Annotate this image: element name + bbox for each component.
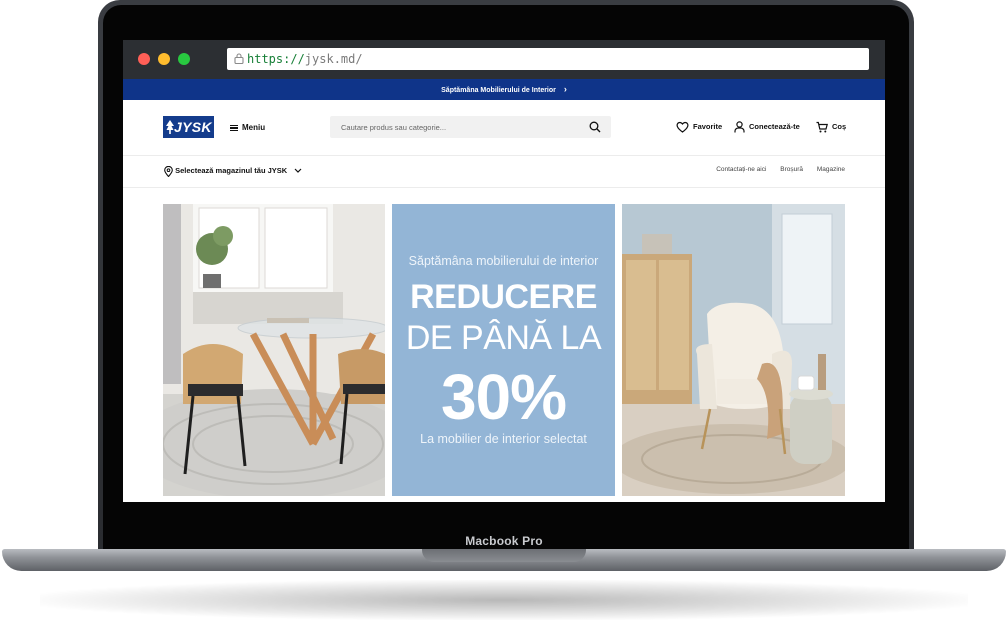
jysk-logo[interactable]: JYSK [163,116,214,138]
stores-link[interactable]: Magazine [817,166,845,173]
contact-link[interactable]: Contactați-ne aici [716,166,766,173]
sub-navigation: Selectează magazinul tău JYSK Contactați… [123,156,885,188]
minimize-window-button[interactable] [158,53,170,65]
promo-headline: REDUCERE [410,278,597,316]
address-bar[interactable]: https://jysk.md/ [227,48,869,70]
search-box [330,116,611,138]
hero-image-dining[interactable] [163,204,385,496]
hamburger-icon [230,123,238,132]
promo-strip[interactable]: Săptămâna Mobilierului de Interior › [123,79,885,100]
menu-label: Meniu [242,123,266,132]
hero-image-armchair[interactable] [622,204,845,496]
search-icon[interactable] [589,121,601,133]
chevron-down-icon [294,168,302,173]
browser-toolbar: https://jysk.md/ [123,40,885,79]
brochure-link[interactable]: Broșură [780,166,803,173]
cart-label: Coș [832,122,847,131]
search-input[interactable] [330,116,580,138]
dining-room-illustration [163,204,385,496]
store-selector[interactable]: Selectează magazinul tău JYSK [164,165,302,177]
laptop-shadow [40,580,968,620]
url-host: jysk.md/ [304,52,363,66]
armchair-illustration [622,204,845,496]
location-pin-icon [164,165,173,177]
favorites-link[interactable]: Favorite [676,120,722,134]
lock-icon [234,53,244,64]
laptop-notch [422,549,586,562]
promo-percent: 30% [440,361,567,433]
url-protocol: https:// [247,52,305,66]
logo-text: JYSK [174,119,212,135]
favorites-label: Favorite [693,122,723,131]
maximize-window-button[interactable] [178,53,190,65]
store-selector-label: Selectează magazinul tău JYSK [175,166,288,175]
promo-strip-text: Săptămâna Mobilierului de Interior [441,87,556,94]
close-window-button[interactable] [138,53,150,65]
site-header: JYSK Meniu Favorite Conectează-te Coș [123,100,885,156]
hero-promo-card[interactable]: Săptămâna mobilierului de interior REDUC… [392,204,615,496]
cart-link[interactable]: Coș [816,120,846,134]
login-label: Conectează-te [749,122,800,131]
tree-logo-icon [166,120,174,134]
chevron-right-icon: › [563,84,567,94]
browser-window: https://jysk.md/ Săptămâna Mobilierului … [123,40,885,502]
login-link[interactable]: Conectează-te [734,120,800,134]
heart-icon [676,121,689,133]
promo-headline-line2: DE PÂNĂ LA [405,319,602,357]
url-text: https://jysk.md/ [247,48,363,70]
utility-links: Contactați-ne aici Broșură Magazine [704,166,845,173]
device-label: Macbook Pro [465,534,543,548]
menu-button[interactable]: Meniu [230,121,265,135]
promo-subtitle: Săptămâna mobilierului de interior [408,254,599,268]
cart-icon [816,121,828,133]
promo-footer: La mobilier de interior selectat [420,432,587,446]
user-icon [734,121,745,133]
